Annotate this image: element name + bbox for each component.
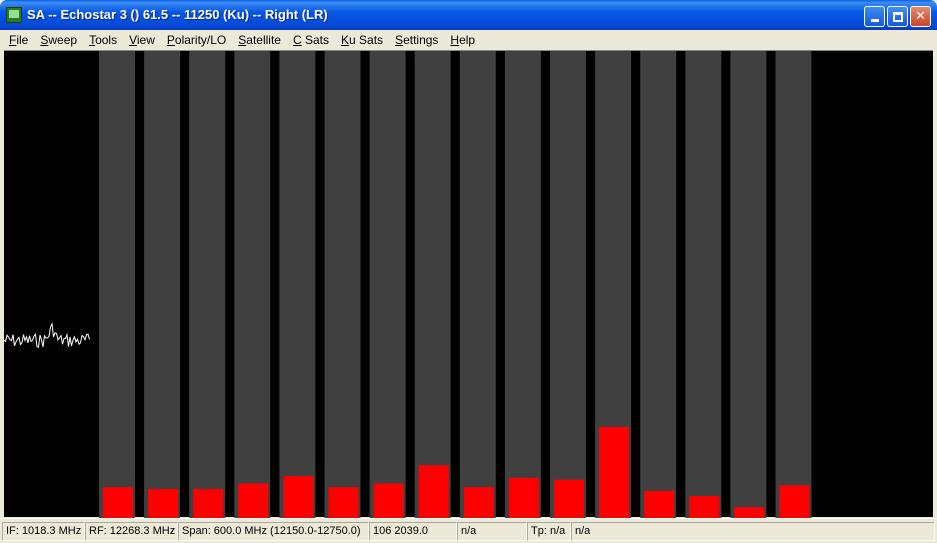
status-field-2: n/a	[571, 522, 935, 541]
menu-c-sats[interactable]: C Sats	[287, 33, 335, 47]
menu-bar: File Sweep Tools View Polarity/LO Satellite C …	[0, 30, 937, 49]
menu-view[interactable]: View	[123, 33, 161, 47]
window-title: SA -- Echostar 3 () 61.5 -- 11250 (Ku) -…	[27, 7, 328, 22]
spectrum-canvas	[3, 51, 812, 518]
signal-level-bar	[779, 485, 810, 518]
channel-band[interactable]	[324, 51, 361, 518]
signal-level-bar	[554, 479, 584, 518]
status-rf: RF: 12268.3 MHz	[85, 522, 178, 541]
maximize-icon	[892, 11, 903, 22]
signal-level-bar	[103, 487, 133, 518]
status-span: Span: 600.0 MHz (12150.0-12750.0)	[178, 522, 369, 541]
signal-level-bar	[644, 490, 675, 518]
channel-band[interactable]	[775, 51, 812, 518]
channel-band[interactable]	[414, 51, 451, 518]
close-icon: ✕	[915, 9, 926, 24]
maximize-button[interactable]	[887, 6, 908, 27]
status-transponder: Tp: n/a	[527, 522, 571, 541]
signal-level-bar	[328, 487, 359, 518]
channel-band[interactable]	[504, 51, 541, 518]
channel-band[interactable]	[459, 51, 496, 518]
menu-file[interactable]: File	[3, 33, 34, 47]
channel-band[interactable]	[369, 51, 406, 518]
menu-tools[interactable]: Tools	[83, 33, 123, 47]
channel-band[interactable]	[730, 51, 767, 518]
spectrum-plot[interactable]	[3, 50, 933, 518]
signal-level-bar	[689, 496, 720, 518]
channel-band[interactable]	[99, 51, 135, 518]
signal-level-bar	[463, 487, 494, 518]
spectrum-app-icon[interactable]	[6, 7, 22, 23]
signal-level-bar	[193, 489, 224, 518]
signal-level-bar	[734, 507, 765, 518]
signal-level-bar	[238, 483, 269, 518]
channel-band[interactable]	[189, 51, 226, 518]
status-position: 106 2039.0	[369, 522, 457, 541]
menu-polarity-lo[interactable]: Polarity/LO	[161, 33, 232, 47]
minimize-button[interactable]	[864, 6, 885, 27]
close-button[interactable]: ✕	[910, 6, 931, 27]
signal-level-bar	[148, 489, 179, 518]
status-field-1: n/a	[457, 522, 527, 541]
signal-level-bar	[508, 477, 539, 518]
channel-band[interactable]	[279, 51, 316, 518]
channel-band[interactable]	[550, 51, 586, 518]
minimize-icon	[870, 18, 879, 22]
signal-level-bar	[373, 483, 404, 518]
signal-level-bar	[418, 465, 449, 518]
signal-level-bar	[283, 475, 314, 518]
status-bar: IF: 1018.3 MHz RF: 12268.3 MHz Span: 600…	[0, 518, 937, 543]
spectrum-trace	[3, 322, 90, 348]
status-if: IF: 1018.3 MHz	[2, 522, 85, 541]
menu-settings[interactable]: Settings	[389, 33, 444, 47]
menu-help[interactable]: Help	[444, 33, 481, 47]
channel-band[interactable]	[640, 51, 677, 518]
menu-sweep[interactable]: Sweep	[34, 33, 83, 47]
channel-band[interactable]	[144, 51, 181, 518]
menu-satellite[interactable]: Satellite	[232, 33, 287, 47]
signal-level-bar	[599, 426, 630, 518]
channel-band[interactable]	[685, 51, 722, 518]
channel-band[interactable]	[234, 51, 271, 518]
title-bar[interactable]: SA -- Echostar 3 () 61.5 -- 11250 (Ku) -…	[0, 0, 937, 30]
menu-ku-sats[interactable]: Ku Sats	[335, 33, 389, 47]
